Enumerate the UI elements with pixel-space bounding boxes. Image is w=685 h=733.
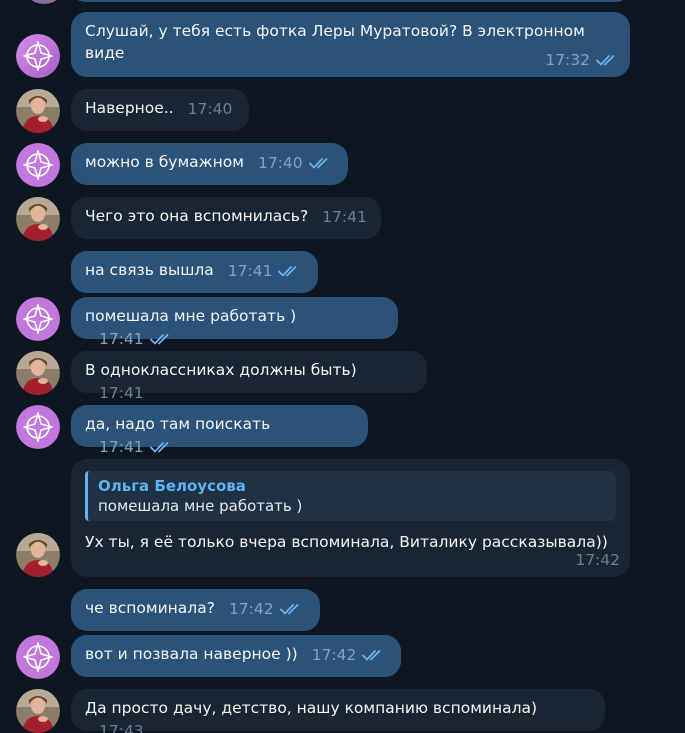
- contact-avatar[interactable]: [16, 89, 60, 133]
- message-bubble-outgoing[interactable]: на связь вышла 17:41: [71, 251, 318, 293]
- message-text: Ух ты, я её только вчера вспоминала, Вит…: [85, 533, 608, 551]
- photo-person-icon: [16, 89, 60, 133]
- message-time: 17:41: [99, 437, 144, 456]
- message-bubble-outgoing[interactable]: помешала мне работать ) 17:41: [71, 297, 398, 348]
- message-time: 17:40: [187, 99, 233, 118]
- my-avatar[interactable]: [16, 405, 60, 449]
- contact-avatar[interactable]: [16, 351, 60, 395]
- my-avatar[interactable]: [16, 297, 60, 341]
- reply-quote[interactable]: Ольга Белоусова помешала мне работать ): [85, 471, 616, 521]
- message-bubble-outgoing[interactable]: да, надо там поискать 17:41: [71, 405, 368, 456]
- double-check-icon: [596, 54, 620, 66]
- message-text: Слушай, у тебя есть фотка Леры Муратовой…: [85, 22, 590, 62]
- message-text: Наверное..: [85, 99, 174, 117]
- photo-person-icon: [16, 689, 60, 733]
- message-text: на связь вышла: [85, 261, 214, 279]
- message-bubble-outgoing[interactable]: вот и позвала наверное )) 17:42: [71, 635, 401, 677]
- message-bubble-incoming[interactable]: Чего это она вспомнилась? 17:41: [71, 197, 381, 239]
- my-avatar[interactable]: [16, 34, 60, 78]
- purple-compass-star-icon: [16, 34, 60, 78]
- double-check-icon: [149, 333, 174, 345]
- message-time: 17:41: [227, 261, 273, 280]
- message-text: В одноклассниках должны быть): [85, 361, 357, 379]
- reply-text: помешала мне работать ): [98, 497, 303, 515]
- bottom-edge: [630, 722, 685, 733]
- purple-compass-star-icon: [16, 297, 60, 341]
- contact-avatar[interactable]: [16, 197, 60, 241]
- message-time: 17:42: [311, 645, 357, 664]
- message-time: 17:41: [99, 383, 144, 402]
- purple-compass-star-icon: [16, 635, 60, 679]
- previous-message-stub: [71, 0, 630, 2]
- message-time: 17:41: [322, 207, 367, 226]
- contact-avatar[interactable]: [16, 533, 60, 577]
- photo-person-icon: [16, 351, 60, 395]
- message-time: 17:40: [257, 153, 303, 172]
- photo-person-icon: [16, 533, 60, 577]
- message-time: 17:41: [99, 329, 144, 348]
- message-bubble-outgoing[interactable]: че вспоминала? 17:42: [71, 589, 320, 631]
- message-bubble-incoming[interactable]: Ольга Белоусова помешала мне работать ) …: [71, 459, 630, 577]
- reply-author: Ольга Белоусова: [98, 477, 246, 495]
- message-text: да, надо там поискать: [85, 415, 271, 433]
- my-avatar[interactable]: [16, 635, 60, 679]
- message-time: 17:43: [99, 721, 144, 733]
- photo-person-icon: [16, 197, 60, 241]
- purple-compass-star-icon: [16, 405, 60, 449]
- message-text: можно в бумажном: [85, 153, 244, 171]
- double-check-icon: [308, 157, 333, 169]
- double-check-icon: [278, 265, 302, 277]
- purple-compass-star-icon: [16, 143, 60, 187]
- my-avatar[interactable]: [16, 143, 60, 187]
- message-bubble-incoming[interactable]: Да просто дачу, детство, нашу компанию в…: [71, 689, 605, 733]
- message-time: 17:32: [545, 51, 590, 69]
- message-time: 17:42: [228, 599, 274, 618]
- double-check-icon: [149, 441, 174, 453]
- message-text: Чего это она вспомнилась?: [85, 207, 309, 225]
- message-bubble-incoming[interactable]: Наверное.. 17:40: [71, 89, 249, 131]
- double-check-icon: [362, 649, 386, 661]
- message-text: вот и позвала наверное )): [85, 645, 298, 663]
- previous-avatar-stub: [22, 0, 66, 4]
- message-bubble-outgoing[interactable]: можно в бумажном 17:40: [71, 143, 348, 185]
- message-bubble-incoming[interactable]: В одноклассниках должны быть) 17:41: [71, 351, 427, 402]
- message-bubble-outgoing[interactable]: Слушай, у тебя есть фотка Леры Муратовой…: [71, 12, 630, 77]
- message-text: Да просто дачу, детство, нашу компанию в…: [85, 699, 538, 717]
- message-time: 17:42: [575, 551, 620, 569]
- contact-avatar[interactable]: [16, 689, 60, 733]
- chat-history[interactable]: Слушай, у тебя есть фотка Леры Муратовой…: [0, 0, 685, 733]
- double-check-icon: [279, 603, 304, 615]
- message-text: помешала мне работать ): [85, 307, 297, 325]
- message-text: че вспоминала?: [85, 599, 215, 617]
